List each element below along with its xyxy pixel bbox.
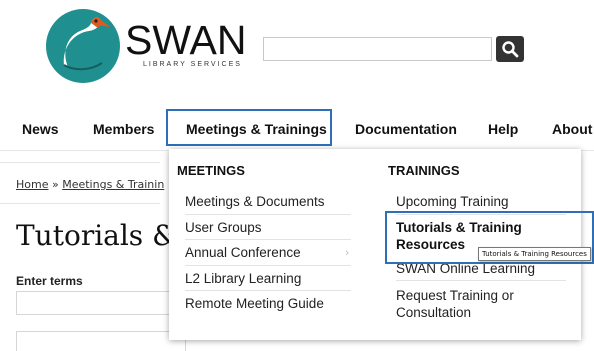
search-input[interactable] (263, 37, 492, 61)
menu-item-meetings-documents[interactable]: Meetings & Documents (185, 193, 325, 210)
logo-subtitle: LIBRARY SERVICES (143, 61, 242, 68)
nav-documentation[interactable]: Documentation (355, 121, 457, 137)
menu-item-upcoming-training[interactable]: Upcoming Training (396, 193, 509, 210)
nav-help[interactable]: Help (488, 121, 518, 137)
breadcrumb: Home » Meetings & Trainin (16, 178, 164, 191)
meetings-heading: MEETINGS (177, 163, 245, 178)
menu-separator (185, 265, 351, 266)
menu-item-label: Consultation (396, 305, 472, 320)
trainings-heading: TRAININGS (388, 163, 460, 178)
menu-separator (396, 280, 566, 281)
menu-item-request-training[interactable]: Request Training or Consultation (396, 287, 514, 321)
nav-news[interactable]: News (22, 121, 59, 137)
search-button[interactable] (496, 36, 524, 62)
nav-active-highlight (166, 109, 332, 146)
menu-item-l2-library-learning[interactable]: L2 Library Learning (185, 270, 301, 287)
nav-members[interactable]: Members (93, 121, 154, 137)
enter-terms-label: Enter terms (16, 274, 83, 288)
chevron-right-icon: › (345, 246, 350, 259)
breadcrumb-separator: » (51, 178, 59, 191)
menu-item-label: Request Training or (396, 288, 514, 303)
search-icon (502, 41, 519, 58)
menu-item-user-groups[interactable]: User Groups (185, 219, 262, 236)
logo-wordmark[interactable]: SWAN (125, 20, 246, 61)
menu-separator (185, 239, 351, 240)
tooltip: Tutorials & Training Resources (478, 247, 591, 261)
breadcrumb-home[interactable]: Home (16, 178, 48, 191)
swan-logo-icon[interactable] (44, 7, 122, 85)
content-box (16, 331, 186, 351)
menu-item-annual-conference[interactable]: Annual Conference (185, 244, 301, 261)
nav-about[interactable]: About (552, 121, 592, 137)
divider (0, 203, 160, 204)
menu-item-remote-meeting-guide[interactable]: Remote Meeting Guide (185, 295, 324, 312)
breadcrumb-meetings[interactable]: Meetings & Trainin (62, 178, 164, 191)
menu-separator (185, 214, 351, 215)
menu-separator (185, 290, 351, 291)
divider (0, 162, 160, 163)
